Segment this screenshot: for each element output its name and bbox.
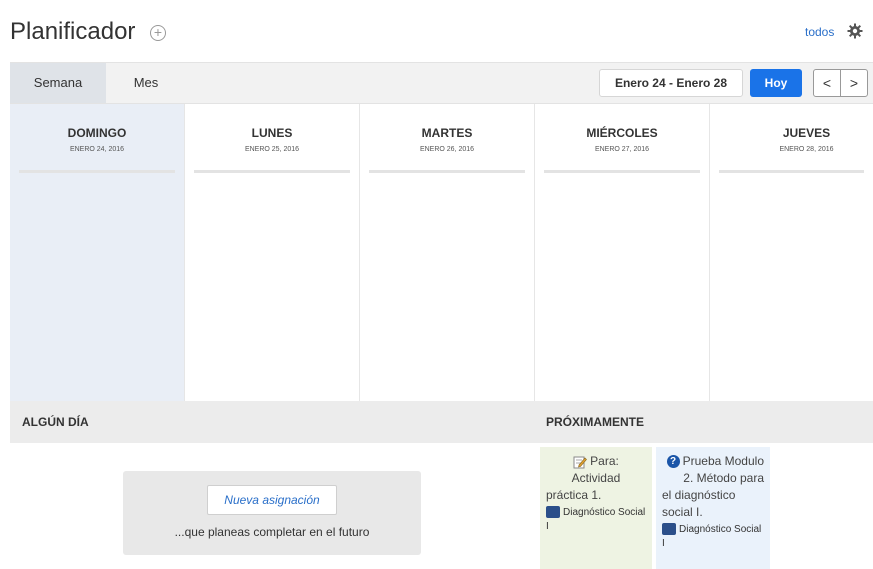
today-button[interactable]: Hoy (750, 69, 802, 97)
day-divider (719, 170, 864, 173)
day-name: JUEVES (782, 126, 831, 140)
add-icon[interactable]: + (150, 25, 166, 41)
day-column-sunday[interactable]: DOMINGO ENERO 24, 2016 (10, 104, 185, 401)
item-title[interactable]: ? Prueba Modulo 2. Método para (662, 453, 764, 487)
day-name: LUNES (251, 126, 293, 140)
next-week-button[interactable]: > (840, 69, 868, 97)
page-title: Planificador (10, 18, 136, 45)
course-color-swatch (662, 523, 676, 536)
day-date: ENERO 27, 2016 (594, 146, 650, 153)
edit-icon (573, 456, 588, 469)
item-title-line: 2. Método para (683, 471, 764, 485)
day-column-thursday[interactable]: JUEVES ENERO 28, 2016 (710, 104, 873, 401)
week-grid: DOMINGO ENERO 24, 2016 LUNES ENERO 25, 2… (10, 104, 873, 401)
day-column-wednesday[interactable]: MIÉRCOLES ENERO 27, 2016 (535, 104, 710, 401)
item-title[interactable]: Para: Actividad (546, 453, 646, 487)
view-toolbar: Semana Mes Enero 24 - Enero 28 Hoy < > (10, 62, 873, 104)
day-name: MIÉRCOLES (586, 126, 658, 140)
upcoming-section: Para: Actividad práctica 1. Diagnóstico … (536, 443, 873, 569)
someday-heading: ALGÚN DÍA (10, 401, 536, 443)
upcoming-item[interactable]: ? Prueba Modulo 2. Método para el diagnós… (656, 447, 770, 569)
tab-week[interactable]: Semana (10, 63, 106, 103)
item-title-line: social I. (662, 505, 703, 519)
course-name: Diagnóstico Social I (546, 507, 646, 532)
new-assignment-button[interactable]: Nueva asignación (207, 485, 337, 515)
planner-header: Planificador + todos (0, 0, 873, 62)
filter-all-link[interactable]: todos (805, 25, 834, 39)
item-title-line: Prueba Modulo (682, 454, 764, 468)
course-name: Diagnóstico Social I (662, 524, 762, 549)
someday-section: Nueva asignación ...que planeas completa… (10, 443, 536, 569)
item-title-line: práctica 1. (546, 488, 602, 502)
day-date: ENERO 25, 2016 (244, 146, 300, 153)
day-divider (544, 170, 700, 173)
tab-month[interactable]: Mes (106, 63, 186, 103)
item-title-line: Para: (590, 454, 619, 468)
day-divider (19, 170, 175, 173)
item-title-line: Actividad (571, 471, 621, 485)
course-label: Diagnóstico Social I (546, 506, 646, 534)
day-name: DOMINGO (67, 126, 127, 140)
someday-hint: ...que planeas completar en el futuro (174, 525, 370, 539)
upcoming-item[interactable]: Para: Actividad práctica 1. Diagnóstico … (540, 447, 652, 569)
item-title-line: el diagnóstico (662, 488, 736, 502)
day-date: ENERO 26, 2016 (419, 146, 475, 153)
upcoming-heading: PRÓXIMAMENTE (536, 401, 873, 443)
day-date: ENERO 28, 2016 (779, 146, 834, 153)
day-column-tuesday[interactable]: MARTES ENERO 26, 2016 (360, 104, 535, 401)
gear-icon[interactable] (847, 23, 863, 39)
quiz-icon: ? (666, 455, 680, 469)
course-color-swatch (546, 506, 560, 519)
day-divider (194, 170, 350, 173)
day-divider (369, 170, 525, 173)
day-date: ENERO 24, 2016 (69, 146, 125, 153)
day-column-monday[interactable]: LUNES ENERO 25, 2016 (185, 104, 360, 401)
someday-empty-box: Nueva asignación ...que planeas completa… (123, 471, 421, 555)
previous-week-button[interactable]: < (813, 69, 841, 97)
course-label: Diagnóstico Social I (662, 523, 764, 551)
date-range-label: Enero 24 - Enero 28 (599, 69, 743, 97)
day-name: MARTES (421, 126, 473, 140)
